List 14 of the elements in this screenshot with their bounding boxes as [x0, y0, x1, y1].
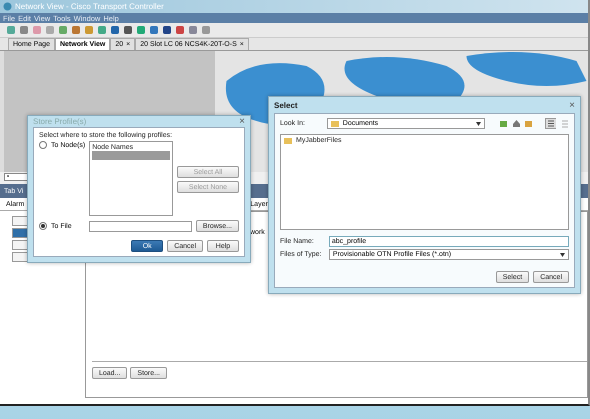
caret-icon: [476, 122, 482, 126]
folder-icon: [284, 137, 292, 144]
list-view-icon[interactable]: [544, 118, 556, 129]
file-path-field[interactable]: [89, 220, 192, 232]
caret-icon: [560, 252, 565, 256]
home-icon[interactable]: [512, 119, 520, 128]
close-button[interactable]: ×: [239, 116, 245, 127]
window-title: Network View - Cisco Transport Controller: [15, 2, 164, 11]
details-view-icon[interactable]: [560, 118, 570, 128]
folder-icon: [330, 120, 339, 127]
dialog-title: Select: [274, 100, 298, 110]
close-button[interactable]: ×: [569, 100, 575, 110]
app-icon: [3, 2, 12, 11]
dialog-title: Store Profile(s): [33, 117, 86, 126]
